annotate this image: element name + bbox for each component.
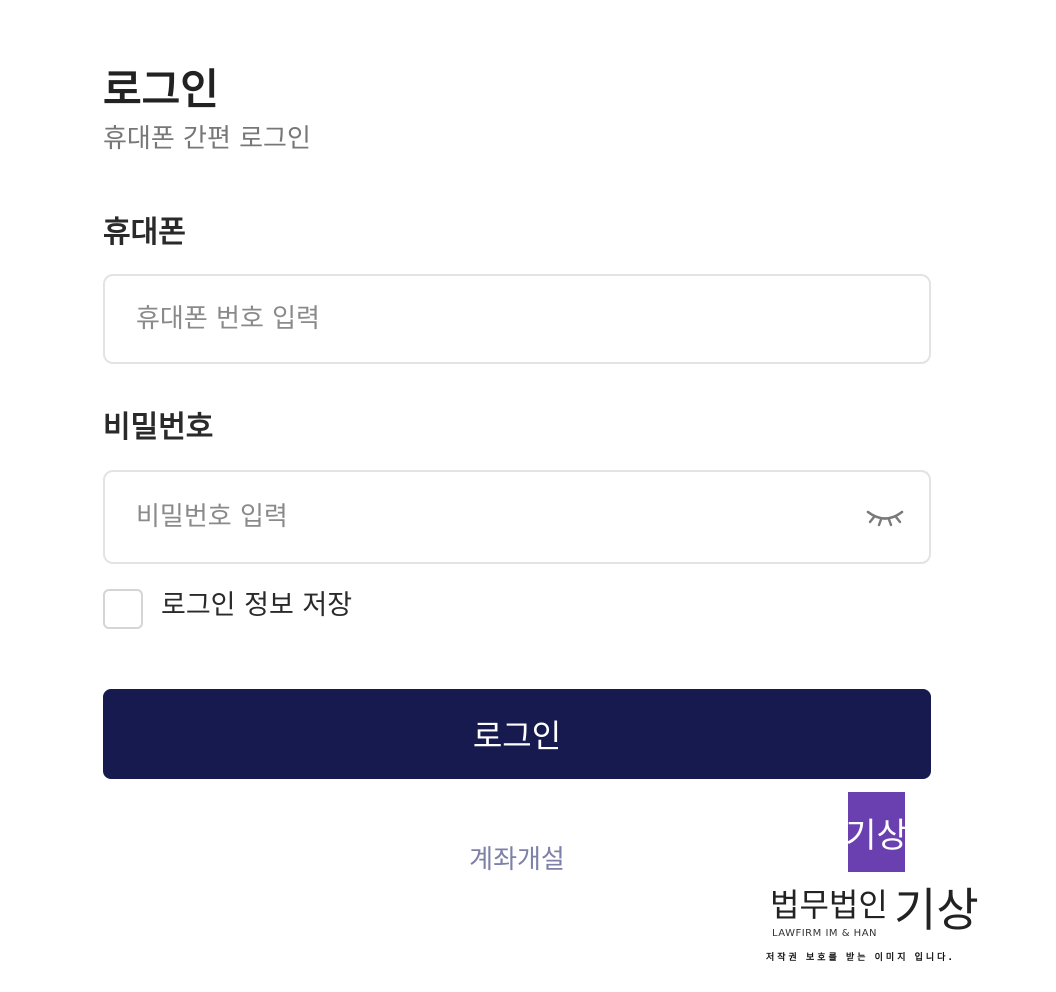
copyright-notice: 저작권 보호를 받는 이미지 입니다. — [766, 953, 955, 963]
eye-closed-icon[interactable] — [865, 505, 905, 529]
phone-input-box — [103, 274, 931, 364]
page-title: 로그인 — [103, 65, 219, 114]
phone-label: 휴대폰 — [103, 215, 186, 250]
firm-name: 법무법인 — [770, 886, 888, 924]
remember-login-row: 로그인 정보 저장 — [103, 589, 352, 629]
login-page: 로그인 휴대폰 간편 로그인 휴대폰 비밀번호 로그인 정보 저장 로그인 계좌… — [0, 0, 1056, 992]
firm-name-large: 기상 — [894, 883, 979, 937]
phone-input[interactable] — [105, 276, 929, 362]
password-input[interactable] — [105, 472, 929, 562]
firm-logo-mark: 기상 — [848, 792, 905, 872]
firm-name-english: LAWFIRM IM & HAN — [772, 928, 878, 939]
password-input-box — [103, 470, 931, 564]
page-subtitle: 휴대폰 간편 로그인 — [103, 124, 311, 154]
remember-login-label: 로그인 정보 저장 — [161, 590, 353, 621]
login-button[interactable]: 로그인 — [103, 689, 931, 779]
password-label: 비밀번호 — [103, 410, 214, 445]
firm-logo-text: 기상 — [848, 816, 905, 856]
remember-login-checkbox[interactable] — [103, 589, 143, 629]
